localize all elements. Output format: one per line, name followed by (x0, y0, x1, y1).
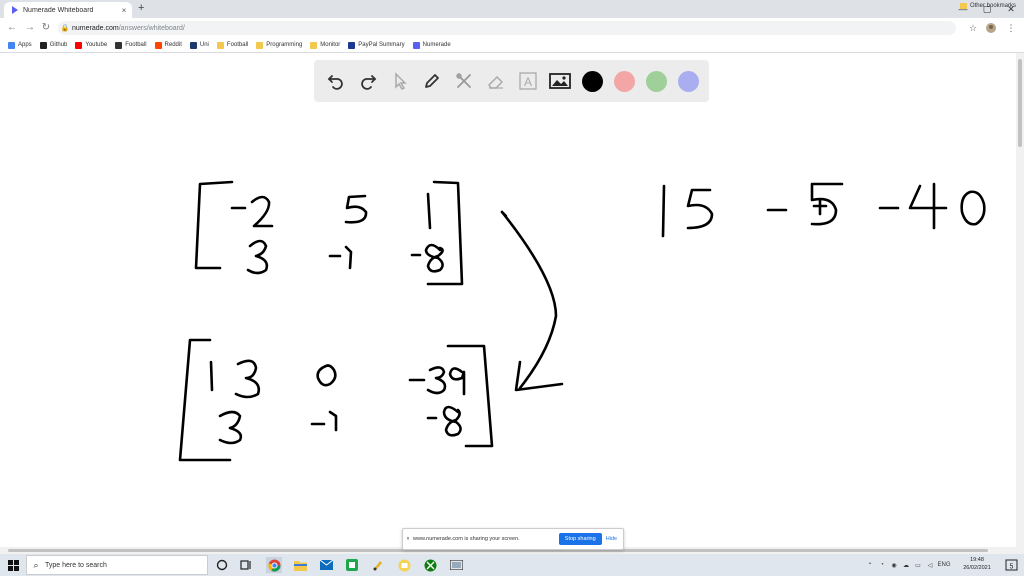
clock-date: 26/02/2021 (963, 565, 991, 571)
digit-3 (426, 366, 447, 395)
mail-icon[interactable] (318, 557, 334, 573)
digit-1 (426, 192, 432, 230)
recording-icon[interactable]: ◉ (888, 562, 900, 569)
arrow-dot (500, 210, 508, 218)
digit-5 (344, 194, 368, 224)
hide-button[interactable]: Hide (606, 536, 617, 542)
pause-icon: ⏸ (406, 535, 410, 542)
cloud-icon[interactable]: ☁ (900, 562, 912, 569)
notifications-icon[interactable]: 5 (1002, 557, 1020, 573)
paint-app-icon[interactable] (370, 557, 386, 573)
cursor-crosshair (812, 198, 828, 216)
task-view-icon[interactable] (238, 557, 254, 573)
digit-3 (234, 359, 261, 399)
digit-1 (209, 360, 214, 392)
digit-8 (442, 405, 462, 437)
windows-taskbar: ⌕ Type here to search ⌃ ◔ ◉ ☁ ▭ ◁ ENG 19… (0, 554, 1024, 576)
digit-9 (448, 367, 466, 396)
digit-2 (250, 195, 274, 228)
digit-5 (810, 182, 844, 226)
digit-0 (316, 364, 337, 387)
system-clock[interactable]: 19:48 26/02/2021 (958, 556, 996, 572)
digit-1 (328, 410, 338, 432)
xbox-icon[interactable] (422, 557, 438, 573)
network-icon[interactable]: ▭ (912, 562, 924, 569)
file-explorer-icon[interactable] (292, 557, 308, 573)
matrix1-left-bracket (194, 180, 234, 270)
digit-1 (661, 184, 666, 238)
volume-icon[interactable]: ◁ (924, 562, 936, 569)
screen-share-banner: ⏸ www.numerade.com is sharing your scree… (402, 528, 624, 550)
system-tray: ⌃ ◔ ◉ ☁ ▭ ◁ ENG (864, 554, 952, 576)
screen-app-icon[interactable] (448, 557, 464, 573)
search-icon: ⌕ (33, 559, 39, 570)
windows-start-icon[interactable] (0, 554, 26, 576)
search-placeholder: Type here to search (45, 561, 107, 569)
clock-time: 19:48 (970, 557, 984, 563)
green-app-icon[interactable] (344, 557, 360, 573)
arrow-curve (500, 210, 558, 390)
stop-sharing-button[interactable]: Stop sharing (558, 533, 602, 545)
matrix1-right-bracket (426, 180, 464, 286)
digit-3 (218, 410, 243, 445)
share-message: www.numerade.com is sharing your screen. (413, 536, 520, 542)
sticky-notes-icon[interactable] (396, 557, 412, 573)
digit-8 (424, 243, 444, 273)
handwritten-ink (178, 180, 986, 462)
notifications-count: 5 (1009, 563, 1013, 570)
matrix2-right-bracket (446, 344, 494, 448)
chrome-taskbar-icon[interactable] (266, 557, 282, 573)
digit-1 (344, 245, 353, 270)
taskbar-search[interactable]: ⌕ Type here to search (26, 555, 208, 575)
digit-4 (908, 182, 948, 230)
vertical-scrollbar[interactable] (1016, 53, 1024, 547)
digit-3 (246, 239, 269, 275)
chevron-up-icon[interactable]: ⌃ (864, 562, 876, 569)
digit-0 (960, 190, 986, 226)
language-indicator[interactable]: ENG (936, 562, 952, 568)
digit-5 (686, 188, 714, 230)
cortana-icon[interactable] (214, 557, 230, 573)
tray-app-icon[interactable]: ◔ (876, 562, 888, 568)
